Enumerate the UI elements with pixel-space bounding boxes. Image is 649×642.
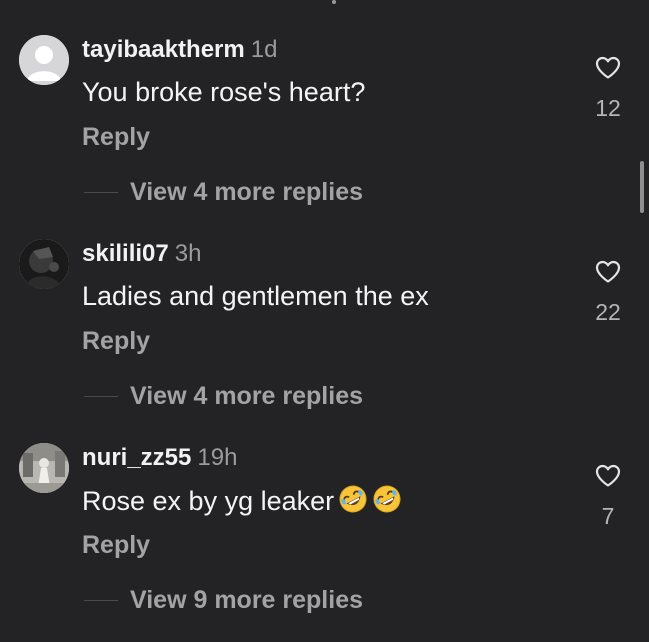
comment-header: nuri_zz55 19h [82,444,237,472]
comment-text: Ladies and gentlemen the ex [82,281,429,311]
divider-line [84,192,118,193]
reply-button[interactable]: Reply [82,122,150,152]
comment-item: skilili07 3h Ladies and gentlemen the ex … [0,234,649,438]
photo-avatar-image [19,443,69,493]
comment-text: Rose ex by yg leaker [82,484,402,521]
reply-button[interactable]: Reply [82,530,150,560]
view-more-replies-button[interactable]: View 9 more replies [130,585,363,615]
heart-icon[interactable] [595,260,621,284]
timestamp: 1d [250,36,278,63]
heart-icon[interactable] [595,56,621,80]
view-more-replies-button[interactable]: View 4 more replies [130,177,363,207]
default-user-icon [19,35,69,85]
divider-line [84,396,118,397]
username[interactable]: nuri_zz55 [82,444,191,471]
avatar[interactable] [19,35,69,85]
comment-header: skilili07 3h [82,240,201,268]
heart-icon[interactable] [595,464,621,488]
comment-header: tayibaaktherm 1d [82,36,277,64]
timestamp: 3h [174,240,202,267]
avatar[interactable] [19,239,69,289]
laughing-emoji-icon [372,484,402,521]
comment-item: tayibaaktherm 1d You broke rose's heart? … [0,30,649,234]
comment-item: nuri_zz55 19h Rose ex by yg leaker Reply… [0,438,649,642]
like-control[interactable]: 7 [588,464,628,536]
like-count: 7 [601,503,615,529]
reply-button[interactable]: Reply [82,326,150,356]
like-control[interactable]: 22 [588,260,628,332]
username[interactable]: tayibaaktherm [82,36,245,63]
photo-avatar-image [19,239,69,289]
like-count: 12 [595,95,621,121]
username[interactable]: skilili07 [82,240,169,267]
scroll-indicator-dot [332,0,336,4]
divider-line [84,600,118,601]
like-count: 22 [595,299,621,325]
comment-text: You broke rose's heart? [82,77,366,107]
view-more-replies-button[interactable]: View 4 more replies [130,381,363,411]
avatar[interactable] [19,443,69,493]
laughing-emoji-icon [338,484,368,521]
comment-text-content: Rose ex by yg leaker [82,486,335,516]
like-control[interactable]: 12 [588,56,628,128]
timestamp: 19h [197,444,238,471]
